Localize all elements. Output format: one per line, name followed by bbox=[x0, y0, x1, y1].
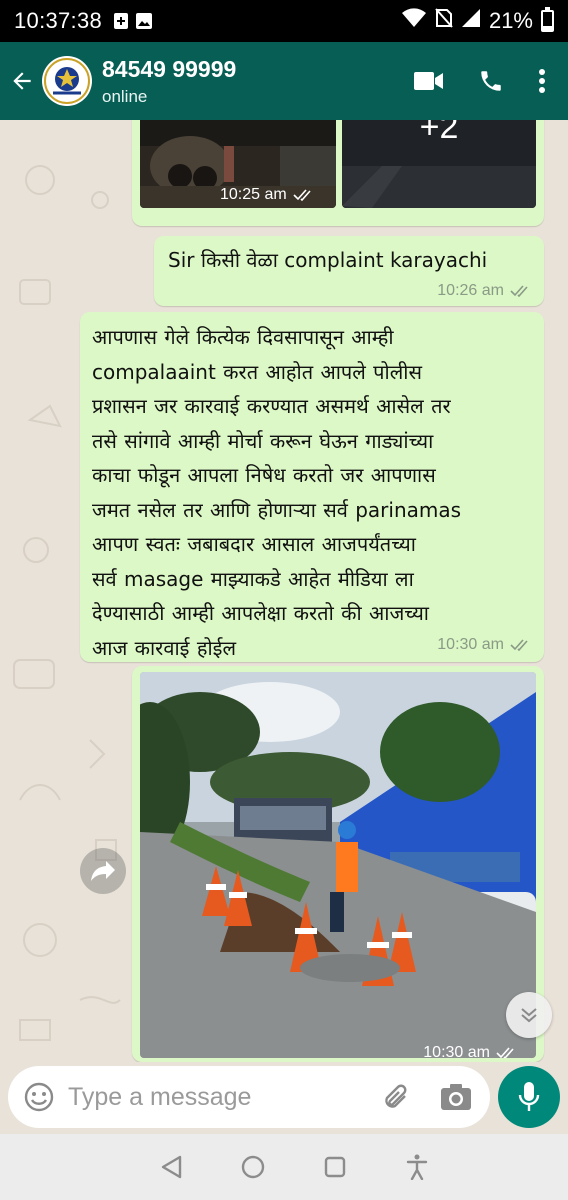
message-text: Sir किसी वेळा complaint karayachi bbox=[168, 248, 488, 272]
contact-info[interactable]: 84549 99999 online bbox=[102, 56, 236, 107]
signal-icon bbox=[461, 8, 481, 34]
accessibility-icon bbox=[406, 1154, 428, 1180]
mic-icon bbox=[518, 1082, 540, 1111]
no-sim-icon bbox=[435, 8, 453, 34]
image-time: 10:30 am bbox=[423, 1044, 518, 1058]
battery-text: 21% bbox=[488, 8, 533, 33]
chat-header: 84549 99999 online bbox=[0, 42, 568, 120]
chat-area[interactable]: 10:25 am +2 Sir किसी वेळा complaint kara… bbox=[0, 120, 568, 1062]
plus-notification-icon bbox=[114, 13, 129, 29]
double-tick-icon bbox=[293, 189, 311, 201]
back-arrow-icon bbox=[13, 72, 31, 90]
voice-call-icon bbox=[481, 71, 501, 91]
system-nav-bar bbox=[0, 1134, 568, 1200]
back-button[interactable] bbox=[2, 51, 42, 111]
video-call-icon bbox=[414, 72, 443, 90]
wifi-icon bbox=[401, 8, 427, 34]
attach-button[interactable] bbox=[380, 1080, 414, 1114]
forward-arrow-icon bbox=[91, 861, 115, 881]
composer bbox=[0, 1062, 568, 1134]
outgoing-text-message[interactable]: आपणास गेले कित्येक दिवसापासून आम्ही comp… bbox=[80, 312, 544, 662]
message-time: 10:30 am bbox=[437, 636, 532, 654]
message-input[interactable] bbox=[68, 1082, 358, 1112]
back-triangle-icon bbox=[161, 1155, 182, 1179]
more-options-button[interactable] bbox=[538, 68, 546, 94]
camera-button[interactable] bbox=[438, 1080, 474, 1114]
camera-icon bbox=[441, 1084, 471, 1110]
more-vert-icon bbox=[539, 69, 545, 93]
battery-icon bbox=[541, 7, 554, 32]
emoji-button[interactable] bbox=[22, 1080, 56, 1114]
home-circle-icon bbox=[241, 1155, 265, 1179]
forward-button[interactable] bbox=[80, 848, 126, 894]
outgoing-text-message[interactable]: Sir किसी वेळा complaint karayachi 10:26 … bbox=[154, 236, 544, 306]
image-group-time: 10:25 am bbox=[220, 186, 315, 204]
status-time: 10:37:38 bbox=[14, 8, 103, 33]
message-time: 10:26 am bbox=[437, 282, 532, 300]
image-group-message[interactable]: 10:25 am +2 bbox=[132, 120, 544, 226]
image-notification-icon bbox=[136, 13, 153, 29]
message-input-box bbox=[8, 1066, 490, 1128]
police-emblem-icon bbox=[44, 58, 90, 104]
nav-home-button[interactable] bbox=[233, 1147, 273, 1187]
night-road-photo[interactable]: 10:25 am bbox=[140, 120, 336, 208]
voice-message-button[interactable] bbox=[498, 1066, 560, 1128]
recents-square-icon bbox=[324, 1156, 346, 1178]
double-tick-icon bbox=[510, 639, 528, 651]
nav-recents-button[interactable] bbox=[315, 1147, 355, 1187]
voice-call-button[interactable] bbox=[478, 68, 504, 94]
more-photos-tile[interactable]: +2 bbox=[342, 120, 536, 208]
nav-accessibility-button[interactable] bbox=[397, 1147, 437, 1187]
street-cones-photo[interactable]: 10:30 am bbox=[140, 672, 536, 1058]
emoji-icon bbox=[24, 1082, 54, 1112]
status-bar: 10:37:38 21% bbox=[0, 0, 568, 42]
contact-status: online bbox=[102, 86, 148, 106]
contact-name: 84549 99999 bbox=[102, 55, 237, 82]
double-tick-icon bbox=[496, 1047, 514, 1058]
avatar[interactable] bbox=[42, 56, 92, 106]
more-photos-count: +2 bbox=[419, 120, 459, 146]
video-call-button[interactable] bbox=[414, 70, 444, 92]
chevrons-down-icon bbox=[521, 1008, 537, 1023]
nav-back-button[interactable] bbox=[151, 1147, 191, 1187]
scroll-to-bottom-button[interactable] bbox=[506, 992, 552, 1038]
image-message[interactable]: 10:30 am bbox=[132, 666, 544, 1062]
message-text: आपणास गेले कित्येक दिवसापासून आम्ही comp… bbox=[92, 325, 462, 660]
double-tick-icon bbox=[510, 285, 528, 297]
attach-icon bbox=[385, 1084, 407, 1108]
